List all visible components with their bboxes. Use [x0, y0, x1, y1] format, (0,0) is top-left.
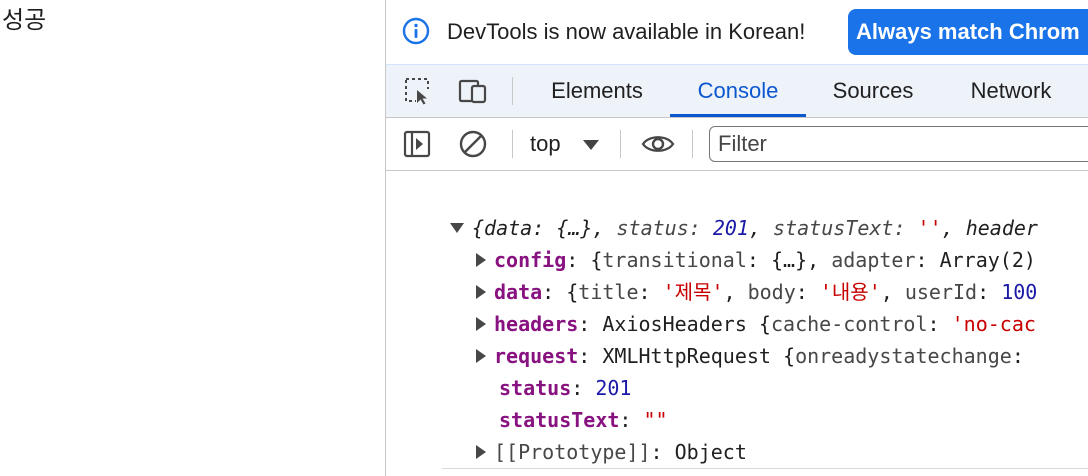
tab-sources[interactable]: Sources [818, 65, 928, 117]
devtools-panel: DevTools is now available in Korean! Alw… [385, 0, 1088, 476]
device-toolbar-icon[interactable] [458, 77, 488, 105]
chevron-down-icon[interactable] [583, 140, 599, 150]
console-toolbar: top [386, 118, 1088, 171]
tab-console[interactable]: Console [670, 65, 806, 117]
info-icon [402, 17, 430, 45]
filter-input[interactable] [709, 126, 1088, 162]
console-output: {data: {…}, status: 201, statusText: '',… [386, 171, 1088, 476]
devtools-tab-bar: Elements Console Sources Network [386, 65, 1088, 118]
tab-network[interactable]: Network [952, 65, 1070, 117]
console-message-divider [442, 468, 1088, 469]
live-expression-eye-icon[interactable] [640, 130, 676, 158]
page-text: 성공 [2, 6, 47, 34]
property-row-data[interactable]: data: {title: '제목', body: '내용', userId: … [476, 276, 1037, 308]
sidebar-toggle-icon[interactable] [402, 130, 432, 158]
expand-triangle-icon[interactable] [450, 222, 464, 233]
expand-triangle-icon[interactable] [476, 316, 486, 331]
language-infobar: DevTools is now available in Korean! Alw… [386, 0, 1088, 65]
context-selector[interactable]: top [530, 118, 561, 170]
always-match-language-button[interactable]: Always match Chrom [848, 9, 1088, 55]
inspect-element-icon[interactable] [404, 77, 434, 105]
toolbar-separator [620, 130, 621, 158]
expand-triangle-icon[interactable] [476, 348, 486, 363]
property-row-headers[interactable]: headers: AxiosHeaders {cache-control: 'n… [476, 308, 1036, 340]
property-row-config[interactable]: config: {transitional: {…}, adapter: Arr… [476, 244, 1036, 276]
expand-triangle-icon[interactable] [476, 284, 486, 299]
tab-separator [512, 77, 513, 105]
infobar-message: DevTools is now available in Korean! [447, 19, 806, 44]
property-row-prototype[interactable]: [[Prototype]]: Object [476, 436, 747, 468]
property-row-request[interactable]: request: XMLHttpRequest {onreadystatecha… [476, 340, 1024, 372]
clear-console-icon[interactable] [458, 130, 488, 158]
tab-elements[interactable]: Elements [536, 65, 658, 117]
expand-triangle-icon[interactable] [476, 444, 486, 459]
property-row-statustext: statusText: "" [499, 408, 668, 432]
page-content: 성공 [0, 0, 385, 476]
property-row-status: status: 201 [499, 376, 632, 400]
expand-triangle-icon[interactable] [476, 252, 486, 267]
toolbar-separator [512, 130, 513, 158]
toolbar-separator [692, 130, 693, 158]
response-object-summary[interactable]: {data: {…}, status: 201, statusText: '',… [450, 212, 1038, 244]
